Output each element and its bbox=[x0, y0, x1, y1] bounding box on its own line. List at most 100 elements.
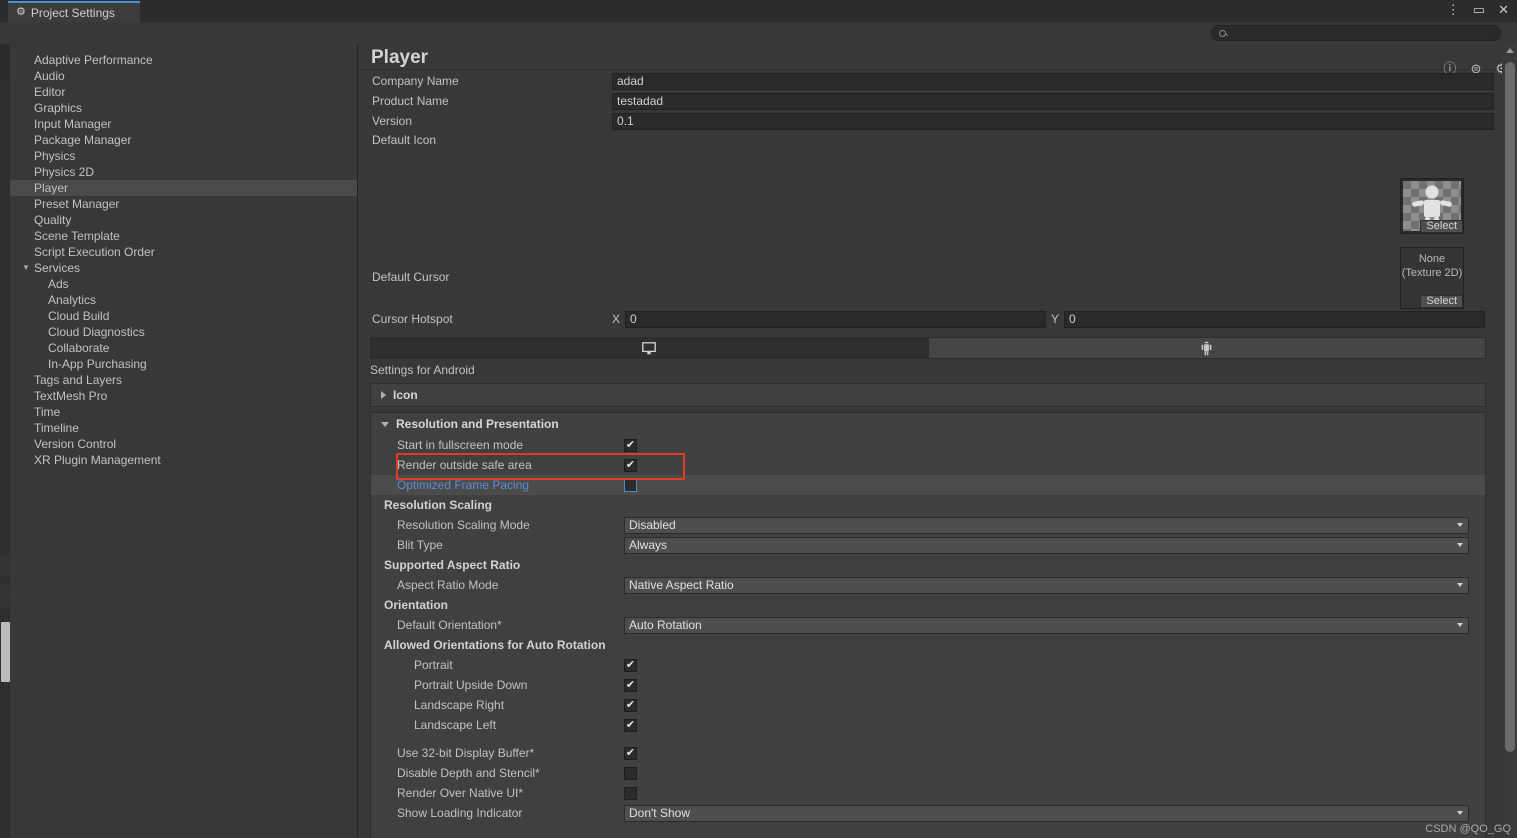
sidebar-item-scene-template[interactable]: Scene Template bbox=[10, 228, 357, 244]
platform-tab-standalone[interactable] bbox=[371, 338, 929, 358]
background-scrollbar-thumb[interactable] bbox=[1, 622, 10, 682]
dropdown[interactable]: Native Aspect Ratio bbox=[624, 576, 1469, 594]
row-optimized-frame-pacing: Optimized Frame Pacing bbox=[371, 475, 1485, 495]
sidebar-item-label: XR Plugin Management bbox=[34, 453, 161, 467]
sidebar-item-label: TextMesh Pro bbox=[34, 389, 108, 403]
default-cursor-preview[interactable]: None (Texture 2D) Select bbox=[1400, 247, 1464, 309]
background-chunk-3 bbox=[0, 585, 10, 607]
sidebar-item-services[interactable]: ▼ Services bbox=[10, 260, 357, 276]
sidebar-item-label: Physics bbox=[34, 149, 76, 163]
chevron-down-icon bbox=[1457, 583, 1463, 587]
panel-vertical-scrollbar[interactable] bbox=[1502, 44, 1517, 838]
default-icon-select-button[interactable]: Select bbox=[1420, 220, 1463, 233]
sidebar-item-in-app-purchasing[interactable]: In-App Purchasing bbox=[10, 356, 357, 372]
chevron-down-icon[interactable]: ▼ bbox=[22, 260, 30, 276]
field-label: Aspect Ratio Mode bbox=[397, 578, 499, 592]
sidebar-item-cloud-diagnostics[interactable]: Cloud Diagnostics bbox=[10, 324, 357, 340]
sidebar-item-version-control[interactable]: Version Control bbox=[10, 436, 357, 452]
field-label: Disable Depth and Stencil* bbox=[397, 766, 540, 780]
window-controls: ⋮ ▭ ✕ bbox=[1447, 2, 1509, 18]
sidebar-item-physics-2d[interactable]: Physics 2D bbox=[10, 164, 357, 180]
sidebar-item-quality[interactable]: Quality bbox=[10, 212, 357, 228]
field-label: Landscape Left bbox=[414, 718, 497, 732]
version-input[interactable] bbox=[612, 112, 1494, 130]
standalone-monitor-icon bbox=[642, 341, 657, 354]
scrollbar-thumb[interactable] bbox=[1505, 62, 1515, 752]
dropdown[interactable]: Disabled bbox=[624, 516, 1469, 534]
tab-project-settings[interactable]: ⚙ Project Settings bbox=[8, 1, 140, 22]
sidebar-item-package-manager[interactable]: Package Manager bbox=[10, 132, 357, 148]
sidebar-item-audio[interactable]: Audio bbox=[10, 68, 357, 84]
sidebar-item-label: Player bbox=[34, 181, 69, 195]
checkbox[interactable] bbox=[624, 678, 637, 692]
checkbox[interactable] bbox=[624, 698, 637, 712]
kebab-menu-icon[interactable]: ⋮ bbox=[1447, 2, 1460, 18]
row-version: Version bbox=[359, 111, 1499, 131]
section-icon-header[interactable]: Icon bbox=[371, 384, 1485, 406]
sidebar-item-cloud-build[interactable]: Cloud Build bbox=[10, 308, 357, 324]
background-chunk-1 bbox=[0, 44, 10, 80]
checkbox[interactable] bbox=[624, 718, 637, 732]
chevron-down-icon bbox=[381, 421, 389, 427]
sidebar-item-textmesh-pro[interactable]: TextMesh Pro bbox=[10, 388, 357, 404]
checkbox[interactable] bbox=[624, 438, 637, 452]
settings-sidebar[interactable]: Adaptive Performance Audio Editor Graphics I… bbox=[10, 44, 358, 838]
player-settings-panel: Player ⓘ ⊜ ⚙ Company Name Product Name V… bbox=[359, 44, 1517, 838]
default-icon-preview[interactable]: Select bbox=[1400, 178, 1464, 234]
sidebar-item-ads[interactable]: Ads bbox=[10, 276, 357, 292]
dropdown[interactable]: Always bbox=[624, 536, 1469, 554]
row-landscape-left: Landscape Left bbox=[371, 715, 1485, 735]
cursor-hotspot-x-input[interactable] bbox=[625, 310, 1047, 328]
sidebar-item-physics[interactable]: Physics bbox=[10, 148, 357, 164]
sidebar-item-xr-plugin-management[interactable]: XR Plugin Management bbox=[10, 452, 357, 468]
field-label: Optimized Frame Pacing bbox=[397, 478, 530, 492]
row-landscape-right: Landscape Right bbox=[371, 695, 1485, 715]
maximize-icon[interactable]: ▭ bbox=[1473, 2, 1485, 18]
row-blit-type: Blit Type Always bbox=[371, 535, 1485, 555]
sidebar-item-analytics[interactable]: Analytics bbox=[10, 292, 357, 308]
sidebar-item-label: Package Manager bbox=[34, 133, 132, 147]
section-icon-label: Icon bbox=[393, 388, 418, 402]
sidebar-item-graphics[interactable]: Graphics bbox=[10, 100, 357, 116]
field-label: Landscape Right bbox=[414, 698, 505, 712]
supported-aspect-ratio-header: Supported Aspect Ratio bbox=[384, 558, 521, 572]
cursor-hotspot-y-input[interactable] bbox=[1064, 310, 1486, 328]
checkbox[interactable] bbox=[624, 658, 637, 672]
field-label: Render outside safe area bbox=[397, 458, 532, 472]
sidebar-item-input-manager[interactable]: Input Manager bbox=[10, 116, 357, 132]
checkbox[interactable] bbox=[624, 478, 637, 492]
dropdown-value: Auto Rotation bbox=[629, 617, 702, 632]
section-icon[interactable]: Icon bbox=[370, 383, 1486, 407]
section-resolution-header[interactable]: Resolution and Presentation bbox=[371, 413, 1485, 435]
sidebar-item-preset-manager[interactable]: Preset Manager bbox=[10, 196, 357, 212]
scroll-up-arrow-icon[interactable] bbox=[1506, 48, 1514, 53]
row-render-outside-safe-area: Render outside safe area bbox=[371, 455, 1485, 475]
watermark: CSDN @QO_GQ bbox=[1425, 823, 1511, 835]
sidebar-item-player[interactable]: Player bbox=[10, 180, 357, 196]
sidebar-item-label: Timeline bbox=[34, 421, 79, 435]
checkbox[interactable] bbox=[624, 766, 637, 780]
company-name-input[interactable] bbox=[612, 72, 1494, 90]
field-label: Blit Type bbox=[397, 538, 443, 552]
checkbox[interactable] bbox=[624, 746, 637, 760]
sidebar-item-collaborate[interactable]: Collaborate bbox=[10, 340, 357, 356]
sidebar-item-adaptive-performance[interactable]: Adaptive Performance bbox=[10, 52, 357, 68]
sidebar-item-script-execution-order[interactable]: Script Execution Order bbox=[10, 244, 357, 260]
dropdown[interactable]: Don't Show bbox=[624, 804, 1469, 822]
dropdown[interactable]: Auto Rotation bbox=[624, 616, 1469, 634]
chevron-right-icon bbox=[381, 391, 386, 399]
platform-tab-android[interactable] bbox=[929, 338, 1486, 358]
checkbox[interactable] bbox=[624, 786, 637, 800]
sidebar-item-editor[interactable]: Editor bbox=[10, 84, 357, 100]
sidebar-item-timeline[interactable]: Timeline bbox=[10, 420, 357, 436]
row-show-loading-indicator: Show Loading Indicator Don't Show bbox=[371, 803, 1485, 823]
product-name-input[interactable] bbox=[612, 92, 1494, 110]
search-box[interactable] bbox=[1211, 25, 1501, 41]
close-icon[interactable]: ✕ bbox=[1498, 2, 1509, 18]
sidebar-list: Adaptive Performance Audio Editor Graphics I… bbox=[10, 52, 357, 468]
default-cursor-select-button[interactable]: Select bbox=[1420, 295, 1463, 308]
search-input[interactable] bbox=[1231, 27, 1481, 39]
sidebar-item-tags-and-layers[interactable]: Tags and Layers bbox=[10, 372, 357, 388]
checkbox[interactable] bbox=[624, 458, 637, 472]
sidebar-item-time[interactable]: Time bbox=[10, 404, 357, 420]
